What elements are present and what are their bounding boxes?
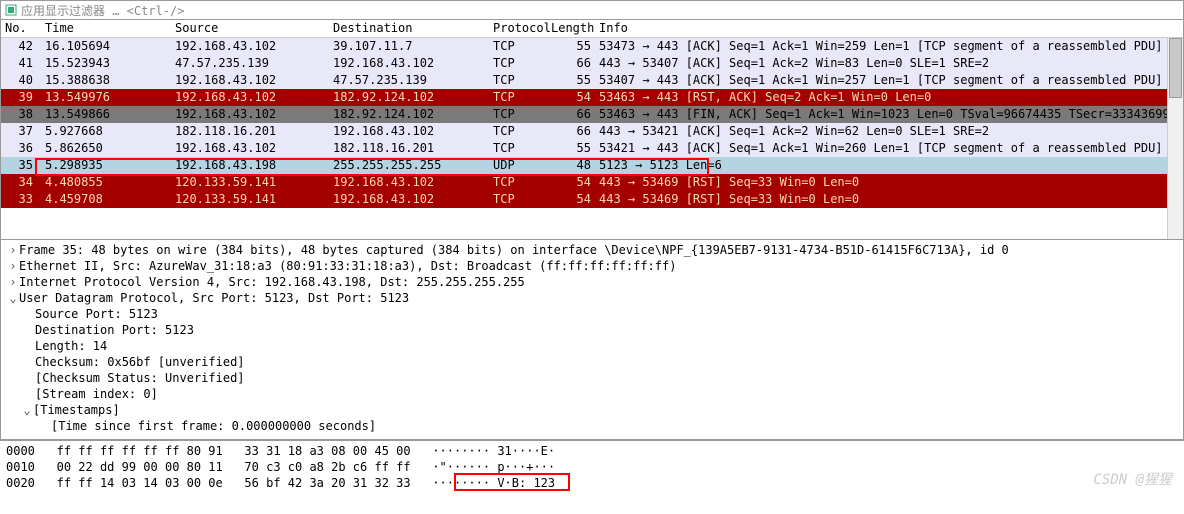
display-filter-bar[interactable]: 应用显示过滤器 … <Ctrl-/> [0,0,1184,20]
packet-row[interactable]: 4216.105694192.168.43.10239.107.11.7TCP5… [1,38,1183,55]
col-no[interactable]: No. [1,20,41,37]
detail-srcport[interactable]: Source Port: 5123 [7,306,1177,322]
packet-row[interactable]: 4115.52394347.57.235.139192.168.43.102TC… [1,55,1183,72]
col-destination[interactable]: Destination [329,20,489,37]
col-time[interactable]: Time [41,20,171,37]
col-info[interactable]: Info [595,20,1183,37]
watermark: CSDN @猩猩 [1093,469,1172,489]
caret-down-icon[interactable]: ⌄ [21,402,33,418]
filter-icon [5,4,17,16]
packet-row[interactable]: 3813.549866192.168.43.102182.92.124.102T… [1,106,1183,123]
detail-dstport[interactable]: Destination Port: 5123 [7,322,1177,338]
detail-timesince[interactable]: [Time since first frame: 0.000000000 sec… [7,418,1177,434]
packet-row[interactable]: 4015.388638192.168.43.10247.57.235.139TC… [1,72,1183,89]
packet-row[interactable]: 3913.549976192.168.43.102182.92.124.102T… [1,89,1183,106]
hex-line-0[interactable]: 0000 ff ff ff ff ff ff 80 91 33 31 18 a3… [6,443,1178,459]
packet-rows: 4216.105694192.168.43.10239.107.11.7TCP5… [1,38,1183,208]
caret-down-icon[interactable]: ⌄ [7,290,19,306]
caret-right-icon[interactable]: › [7,258,19,274]
packet-row[interactable]: 375.927668182.118.16.201192.168.43.102TC… [1,123,1183,140]
caret-right-icon[interactable]: › [7,242,19,258]
packet-details-pane[interactable]: ›Frame 35: 48 bytes on wire (384 bits), … [0,240,1184,440]
detail-stream[interactable]: [Stream index: 0] [7,386,1177,402]
filter-placeholder: 应用显示过滤器 … <Ctrl-/> [21,2,184,19]
detail-checksum[interactable]: Checksum: 0x56bf [unverified] [7,354,1177,370]
caret-right-icon[interactable]: › [7,274,19,290]
packet-row[interactable]: 365.862650192.168.43.102182.118.16.201TC… [1,140,1183,157]
col-protocol[interactable]: Protocol [489,20,547,37]
detail-ethernet[interactable]: ›Ethernet II, Src: AzureWav_31:18:a3 (80… [7,258,1177,274]
vertical-scrollbar[interactable] [1167,38,1183,239]
detail-length[interactable]: Length: 14 [7,338,1177,354]
scroll-thumb[interactable] [1169,38,1182,98]
detail-timestamps[interactable]: ⌄[Timestamps] [7,402,1177,418]
detail-checkstatus[interactable]: [Checksum Status: Unverified] [7,370,1177,386]
packet-list: No. Time Source Destination Protocol Len… [0,20,1184,240]
packet-row[interactable]: 334.459708120.133.59.141192.168.43.102TC… [1,191,1183,208]
detail-ip[interactable]: ›Internet Protocol Version 4, Src: 192.1… [7,274,1177,290]
hex-line-2[interactable]: 0020 ff ff 14 03 14 03 00 0e 56 bf 42 3a… [6,475,1178,491]
packet-row[interactable]: 344.480855120.133.59.141192.168.43.102TC… [1,174,1183,191]
col-length[interactable]: Length [547,20,595,37]
col-source[interactable]: Source [171,20,329,37]
hex-line-1[interactable]: 0010 00 22 dd 99 00 00 80 11 70 c3 c0 a8… [6,459,1178,475]
packet-list-header[interactable]: No. Time Source Destination Protocol Len… [1,20,1183,38]
detail-udp[interactable]: ⌄User Datagram Protocol, Src Port: 5123,… [7,290,1177,306]
hex-pane[interactable]: 0000 ff ff ff ff ff ff 80 91 33 31 18 a3… [0,440,1184,493]
packet-row[interactable]: 355.298935192.168.43.198255.255.255.255U… [1,157,1183,174]
detail-frame[interactable]: ›Frame 35: 48 bytes on wire (384 bits), … [7,242,1177,258]
